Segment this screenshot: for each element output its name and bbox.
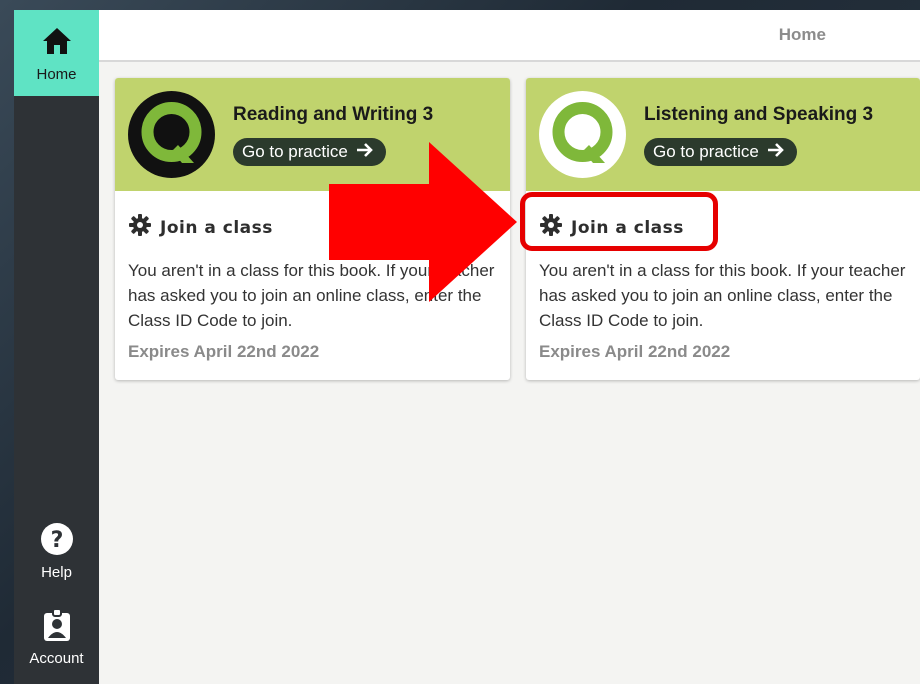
svg-text:?: ? [50,528,63,553]
top-bar: Home [99,10,920,62]
help-icon: ? [40,522,74,556]
join-class-link[interactable]: Join a class [129,214,273,241]
sidebar-item-label: Home [36,66,77,83]
sidebar: Home ? Help Account [14,10,99,684]
book-title: Reading and Writing 3 [233,104,434,125]
book-title: Listening and Speaking 3 [644,104,874,125]
expiry-date: Expires April 22nd 2022 [128,342,320,361]
card-header: Listening and Speaking 3 Go to practice [526,78,920,191]
page-title: Home [778,25,826,44]
main-content: Home Reading and Writing 3 Go to practic… [99,10,920,684]
sidebar-item-account[interactable]: Account [14,608,99,684]
join-class-label: Join a class [160,217,273,238]
sidebar-item-label: Account [29,650,84,667]
sidebar-item-home[interactable]: Home [14,10,99,96]
arrow-right-icon [767,142,785,163]
sidebar-item-label: Help [41,564,72,581]
book-logo-icon [539,91,626,178]
practice-label: Go to practice [653,142,759,161]
book-logo-icon [128,91,215,178]
gear-icon [129,214,151,241]
account-icon [40,608,74,642]
annotation-highlight-box [520,192,718,251]
go-to-practice-button[interactable]: Go to practice [644,138,797,166]
annotation-arrow-icon [329,142,517,302]
card-description: You aren't in a class for this book. If … [539,261,906,330]
home-icon [40,24,74,58]
sidebar-item-help[interactable]: ? Help [14,522,99,586]
expiry-date: Expires April 22nd 2022 [539,342,731,361]
